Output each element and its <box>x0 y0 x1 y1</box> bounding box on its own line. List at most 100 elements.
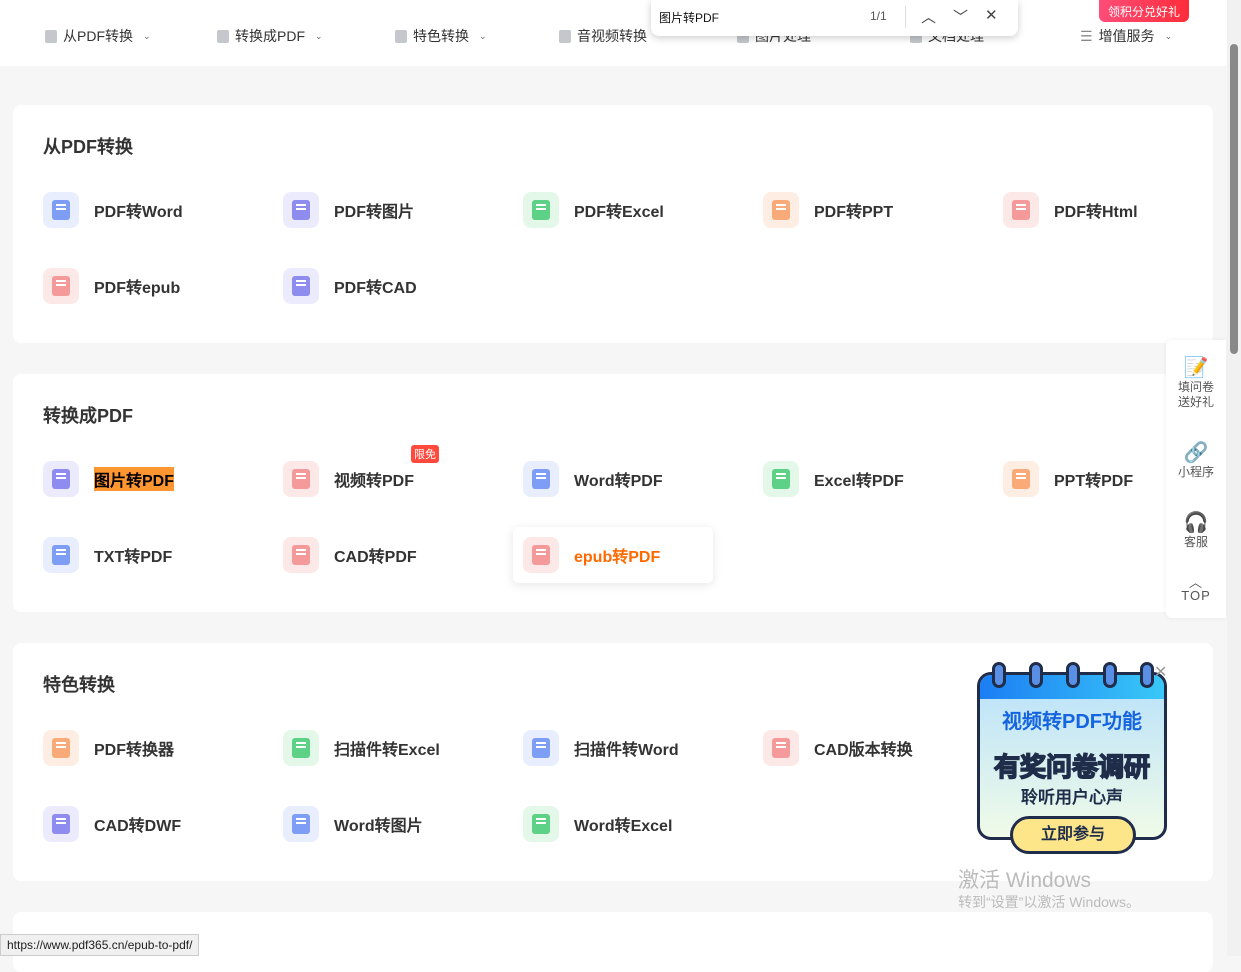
tool-item[interactable]: 图片转PDF <box>43 451 243 507</box>
join-survey-button[interactable]: 立即参与 <box>1010 816 1136 854</box>
file-convert-icon <box>283 537 319 573</box>
tool-label: PDF转换器 <box>94 742 175 759</box>
nav-to-pdf[interactable]: 转换成PDF ⌄ <box>217 26 323 46</box>
tool-item[interactable]: PDF转换器 <box>43 720 243 776</box>
file-convert-icon <box>283 461 319 497</box>
pdf-icon <box>217 29 229 43</box>
file-convert-icon <box>283 268 319 304</box>
tool-item[interactable]: Excel转PDF <box>763 451 963 507</box>
tool-item[interactable]: CAD转PDF <box>283 527 483 583</box>
survey-button[interactable]: 📝 填问卷 送好礼 <box>1166 356 1226 410</box>
find-bar: 图片转PDF 1/1 ︿ ﹀ ✕ <box>651 0 1018 36</box>
ring-icon <box>1103 662 1117 688</box>
nav-label: 增值服务 <box>1098 28 1155 44</box>
tool-label: PPT转PDF <box>1054 473 1134 490</box>
top-nav: 从PDF转换 ⌄ 转换成PDF ⌄ 特色转换 ⌄ 音视频转换 图片处理 文档处理 ☰ 增… <box>0 0 1227 66</box>
mini-program-button[interactable]: 🔗 小程序 <box>1166 441 1226 480</box>
chevron-down-icon: ⌄ <box>479 30 487 41</box>
tool-item[interactable]: 视频转PDF 限免 <box>283 445 483 507</box>
tool-label: PDF转epub <box>94 280 181 297</box>
ad-title: 视频转PDF功能 <box>1002 711 1142 733</box>
menu-icon: ☰ <box>1080 27 1093 44</box>
tool-item[interactable]: 扫描件转Word <box>523 720 723 776</box>
file-convert-icon <box>763 730 799 766</box>
tool-label: PDF转Word <box>94 204 183 221</box>
tool-label: CAD转DWF <box>94 818 182 835</box>
tool-item[interactable]: Word转图片 <box>283 796 483 852</box>
tool-item[interactable]: PDF转图片 <box>283 182 483 238</box>
section-card: 从PDF转换 PDF转Word PDF转图片 PDF转Excel PDF转PPT PDF转… <box>13 105 1213 343</box>
file-convert-icon <box>43 806 79 842</box>
file-convert-icon <box>43 192 79 228</box>
tool-label: Word转PDF <box>574 473 663 490</box>
file-convert-icon <box>43 461 79 497</box>
divider <box>905 6 906 28</box>
tool-label: PDF转图片 <box>334 204 415 221</box>
tool-label: PDF转Html <box>1054 204 1138 221</box>
tool-item[interactable]: PDF转PPT <box>763 182 963 238</box>
tool-label: Word转Excel <box>574 818 673 835</box>
tool-label: 扫描件转Excel <box>334 742 440 759</box>
headset-icon: 🎧 <box>1183 512 1209 534</box>
windows-watermark-sub: 转到“设置”以激活 Windows。 <box>958 894 1141 910</box>
status-bar-url: https://www.pdf365.cn/epub-to-pdf/ <box>0 934 200 956</box>
tool-label: PDF转CAD <box>334 280 417 297</box>
tool-item[interactable]: PDF转Word <box>43 182 243 238</box>
tool-item[interactable]: PDF转CAD <box>283 258 483 314</box>
ring-icon <box>1066 662 1080 688</box>
chevron-up-icon[interactable]: ︿ <box>921 6 936 27</box>
section-title: 从PDF转换 <box>43 137 133 157</box>
file-convert-icon <box>283 192 319 228</box>
survey-ad[interactable]: 视频转PDF功能 有奖问卷调研 聆听用户心声 立即参与 <box>977 662 1167 854</box>
file-convert-icon <box>1003 192 1039 228</box>
tool-item[interactable]: PDF转epub <box>43 258 243 314</box>
tool-item[interactable]: 扫描件转Excel <box>283 720 483 776</box>
ring-icon <box>1140 662 1154 688</box>
nav-special[interactable]: 特色转换 ⌄ <box>395 26 487 46</box>
file-convert-icon <box>523 537 559 573</box>
section-title: 转换成PDF <box>43 406 133 426</box>
points-promo-button[interactable]: 领积分兑好礼 <box>1099 0 1189 22</box>
file-convert-icon <box>283 730 319 766</box>
file-convert-icon <box>523 461 559 497</box>
tool-label: 扫描件转Word <box>574 742 679 759</box>
tool-label: CAD转PDF <box>334 549 417 566</box>
tool-label: Excel转PDF <box>814 473 904 490</box>
file-convert-icon <box>523 192 559 228</box>
tool-item[interactable]: CAD版本转换 <box>763 720 963 776</box>
pdf-icon <box>45 29 57 43</box>
side-label: 小程序 <box>1177 465 1214 479</box>
nav-from-pdf[interactable]: 从PDF转换 ⌄ <box>45 26 151 46</box>
nav-label: 转换成PDF <box>235 28 305 44</box>
tool-label: Word转图片 <box>334 818 423 835</box>
nav-label: 从PDF转换 <box>63 28 133 44</box>
ad-subtitle: 聆听用户心声 <box>1021 788 1123 807</box>
survey-icon: 📝 <box>1183 357 1209 379</box>
close-icon[interactable]: ✕ <box>1154 662 1167 682</box>
tool-item[interactable]: PDF转Excel <box>523 182 723 238</box>
section-card: 转换成PDF 图片转PDF 视频转PDF 限免 Word转PDF Excel转PDF PPT… <box>13 374 1213 612</box>
chevron-down-icon: ⌄ <box>1164 30 1173 41</box>
customer-service-button[interactable]: 🎧 客服 <box>1166 511 1226 550</box>
file-convert-icon <box>43 268 79 304</box>
find-input[interactable]: 图片转PDF <box>659 9 719 26</box>
back-to-top-button[interactable]: ︿ TOP <box>1166 575 1226 603</box>
nav-av[interactable]: 音视频转换 <box>559 26 647 46</box>
tool-item[interactable]: Word转Excel <box>523 796 723 852</box>
scrollbar-thumb[interactable] <box>1230 44 1238 354</box>
chevron-up-icon: ︿ <box>1188 575 1203 590</box>
tool-item[interactable]: epub转PDF <box>513 527 713 583</box>
shield-icon <box>395 29 407 43</box>
file-convert-icon <box>43 730 79 766</box>
side-toolbar: 📝 填问卷 送好礼 🔗 小程序 🎧 客服 ︿ TOP <box>1166 340 1226 618</box>
side-label: 客服 <box>1183 535 1208 549</box>
nav-value-added[interactable]: ☰ 增值服务 ⌄ <box>1080 26 1172 46</box>
tool-item[interactable]: Word转PDF <box>523 451 723 507</box>
tool-item[interactable]: PDF转Html <box>1003 182 1203 238</box>
tool-item[interactable]: TXT转PDF <box>43 527 243 583</box>
tool-item[interactable]: CAD转DWF <box>43 796 243 852</box>
ad-body: 视频转PDF功能 有奖问卷调研 聆听用户心声 <box>977 672 1167 840</box>
chevron-down-icon[interactable]: ﹀ <box>953 6 968 27</box>
close-icon[interactable]: ✕ <box>985 6 998 24</box>
side-label: 送好礼 <box>1177 395 1214 409</box>
